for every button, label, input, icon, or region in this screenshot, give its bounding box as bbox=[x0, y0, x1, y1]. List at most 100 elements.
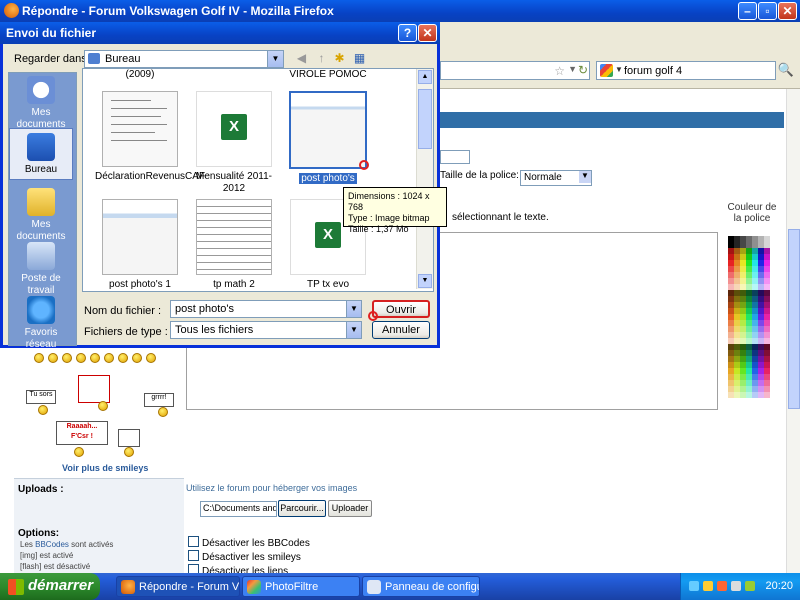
smiley-icon[interactable] bbox=[158, 407, 168, 417]
smiley-icon[interactable] bbox=[76, 353, 86, 363]
volume-icon[interactable] bbox=[731, 581, 741, 591]
back-icon[interactable]: ◀ bbox=[294, 51, 309, 66]
sign-smiley[interactable]: Raaaah... F'Csr ! bbox=[56, 421, 108, 445]
maximize-icon[interactable]: ▫ bbox=[758, 2, 777, 20]
option-flash-status: [flash] est désactivé bbox=[20, 562, 91, 571]
open-button[interactable]: Ouvrir bbox=[372, 300, 430, 318]
file-item-partial[interactable]: (2009) bbox=[95, 69, 185, 81]
chevron-down-icon[interactable]: ▼ bbox=[267, 51, 283, 67]
bbcodes-link[interactable]: BBCodes bbox=[35, 540, 69, 549]
network-icon[interactable] bbox=[689, 581, 699, 591]
smiley-icon[interactable] bbox=[146, 353, 156, 363]
font-size-value: Normale bbox=[524, 172, 562, 183]
new-folder-icon[interactable]: ✱ bbox=[332, 51, 347, 66]
security-icon[interactable] bbox=[703, 581, 713, 591]
tooltip-dimensions: Dimensions : 1024 x 768 bbox=[348, 191, 430, 212]
option-bbcodes-status: Les BBCodes sont activés bbox=[20, 540, 113, 549]
reload-icon[interactable]: ↻ bbox=[578, 63, 588, 77]
file-item[interactable]: X Mensualité 2011-2012 bbox=[189, 91, 279, 195]
file-item-selected[interactable]: post photo's bbox=[283, 91, 373, 185]
task-photofiltre[interactable]: PhotoFiltre bbox=[242, 576, 360, 597]
file-item[interactable]: DéclarationRevenusCAF bbox=[95, 91, 205, 183]
option-text: Les bbox=[20, 540, 36, 549]
smiley-icon[interactable] bbox=[34, 353, 44, 363]
disable-bbcodes-checkbox[interactable] bbox=[188, 536, 199, 547]
forbidden-sign-smiley[interactable] bbox=[78, 375, 110, 403]
smiley-icon[interactable] bbox=[38, 405, 48, 415]
search-input[interactable]: forum golf 4 bbox=[624, 65, 682, 77]
file-item[interactable]: tp math 2 bbox=[189, 199, 279, 291]
smiley-icon[interactable] bbox=[62, 353, 72, 363]
chevron-down-icon[interactable]: ▼ bbox=[346, 301, 361, 317]
smiley-icon[interactable] bbox=[98, 401, 108, 411]
place-my-documents[interactable]: Mes documents bbox=[9, 188, 73, 243]
more-smileys-link[interactable]: Voir plus de smileys bbox=[62, 463, 148, 473]
smiley-icon[interactable] bbox=[118, 353, 128, 363]
font-size-select[interactable]: Normale ▼ bbox=[520, 170, 592, 186]
file-item[interactable]: post photo's 1 bbox=[95, 199, 185, 291]
cancel-button[interactable]: Annuler bbox=[372, 321, 430, 339]
smiley-icon[interactable] bbox=[124, 447, 134, 457]
smiley-icon[interactable] bbox=[48, 353, 58, 363]
scroll-up-icon[interactable]: ▲ bbox=[418, 70, 432, 84]
search-engine-dropdown-icon[interactable]: ▼ bbox=[615, 65, 623, 74]
page-scrollbar[interactable] bbox=[786, 89, 800, 573]
file-type-select[interactable]: Tous les fichiers ▼ bbox=[170, 321, 362, 339]
scroll-down-icon[interactable]: ▼ bbox=[418, 274, 432, 288]
small-text-field[interactable] bbox=[440, 150, 470, 164]
google-icon[interactable] bbox=[600, 64, 613, 77]
file-name-input[interactable]: post photo's ▼ bbox=[170, 300, 362, 318]
view-menu-icon[interactable]: ▦ bbox=[352, 51, 367, 66]
place-label: Poste de travail bbox=[21, 273, 61, 296]
sign-smiley[interactable] bbox=[118, 429, 140, 447]
file-item-partial[interactable]: VIROLE POMOC bbox=[283, 69, 373, 81]
uploader-button[interactable]: Uploader bbox=[328, 500, 372, 517]
look-in-select[interactable]: Bureau ▼ bbox=[84, 50, 284, 68]
file-name: TP tx evo bbox=[306, 279, 350, 290]
task-firefox[interactable]: Répondre - Forum Vol... bbox=[116, 576, 240, 597]
place-desktop[interactable]: Bureau bbox=[9, 128, 73, 180]
task-control-panel[interactable]: Panneau de configur... bbox=[362, 576, 480, 597]
smiley-icon[interactable] bbox=[104, 353, 114, 363]
color-swatch[interactable] bbox=[764, 392, 770, 398]
task-label: Répondre - Forum Vol... bbox=[139, 581, 239, 593]
url-bar[interactable]: ☆ ▼ ↻ bbox=[440, 61, 590, 80]
tray-app-icon[interactable] bbox=[745, 581, 755, 591]
disable-smileys-label: Désactiver les smileys bbox=[202, 552, 301, 563]
file-list-scrollbar[interactable]: ▲ ▼ bbox=[416, 69, 433, 289]
close-icon[interactable]: ✕ bbox=[778, 2, 797, 20]
disable-smileys-checkbox[interactable] bbox=[188, 550, 199, 561]
url-dropdown-icon[interactable]: ▼ bbox=[568, 64, 577, 74]
up-folder-icon[interactable]: ↑ bbox=[314, 51, 329, 66]
browser-title: Répondre - Forum Volkswagen Golf IV - Mo… bbox=[22, 4, 334, 18]
smiley-icon[interactable] bbox=[74, 447, 84, 457]
file-name: tp math 2 bbox=[213, 279, 255, 290]
place-network[interactable]: Favoris réseau bbox=[9, 296, 73, 351]
close-icon[interactable]: ✕ bbox=[418, 24, 437, 42]
smiley-icon[interactable] bbox=[90, 353, 100, 363]
smiley-icon[interactable] bbox=[132, 353, 142, 363]
search-bar[interactable]: ▼ forum golf 4 🔍 bbox=[596, 61, 794, 80]
sign-smiley[interactable]: grrrr! bbox=[144, 393, 174, 407]
dialog-title: Envoi du fichier bbox=[6, 26, 97, 40]
search-icon[interactable]: 🔍 bbox=[777, 62, 795, 80]
chevron-down-icon[interactable]: ▼ bbox=[346, 322, 361, 338]
browse-button[interactable]: Parcourir... bbox=[278, 500, 326, 517]
color-palette[interactable] bbox=[728, 236, 770, 398]
disable-bbcodes-row[interactable]: Désactiver les BBCodes bbox=[188, 536, 310, 549]
minimize-icon[interactable]: – bbox=[738, 2, 757, 20]
sign-smiley[interactable]: Tu sors bbox=[26, 390, 56, 404]
help-icon[interactable]: ? bbox=[398, 24, 417, 42]
disable-bbcodes-label: Désactiver les BBCodes bbox=[202, 538, 310, 549]
file-list-scrollbar-thumb[interactable] bbox=[418, 89, 432, 149]
disable-smileys-row[interactable]: Désactiver les smileys bbox=[188, 550, 301, 563]
upload-file-input[interactable]: C:\Documents and Set bbox=[200, 501, 277, 517]
chevron-down-icon[interactable]: ▼ bbox=[579, 171, 591, 183]
start-button[interactable]: démarrer bbox=[0, 573, 100, 600]
file-list[interactable]: (2009) VIROLE POMOC DéclarationRevenusCA… bbox=[82, 68, 434, 292]
page-scrollbar-thumb[interactable] bbox=[788, 229, 800, 409]
bookmark-star-icon[interactable]: ☆ bbox=[554, 64, 565, 78]
place-my-computer[interactable]: Poste de travail bbox=[9, 242, 73, 297]
tray-app-icon[interactable] bbox=[717, 581, 727, 591]
sign-text: Raaaah... bbox=[66, 423, 98, 430]
